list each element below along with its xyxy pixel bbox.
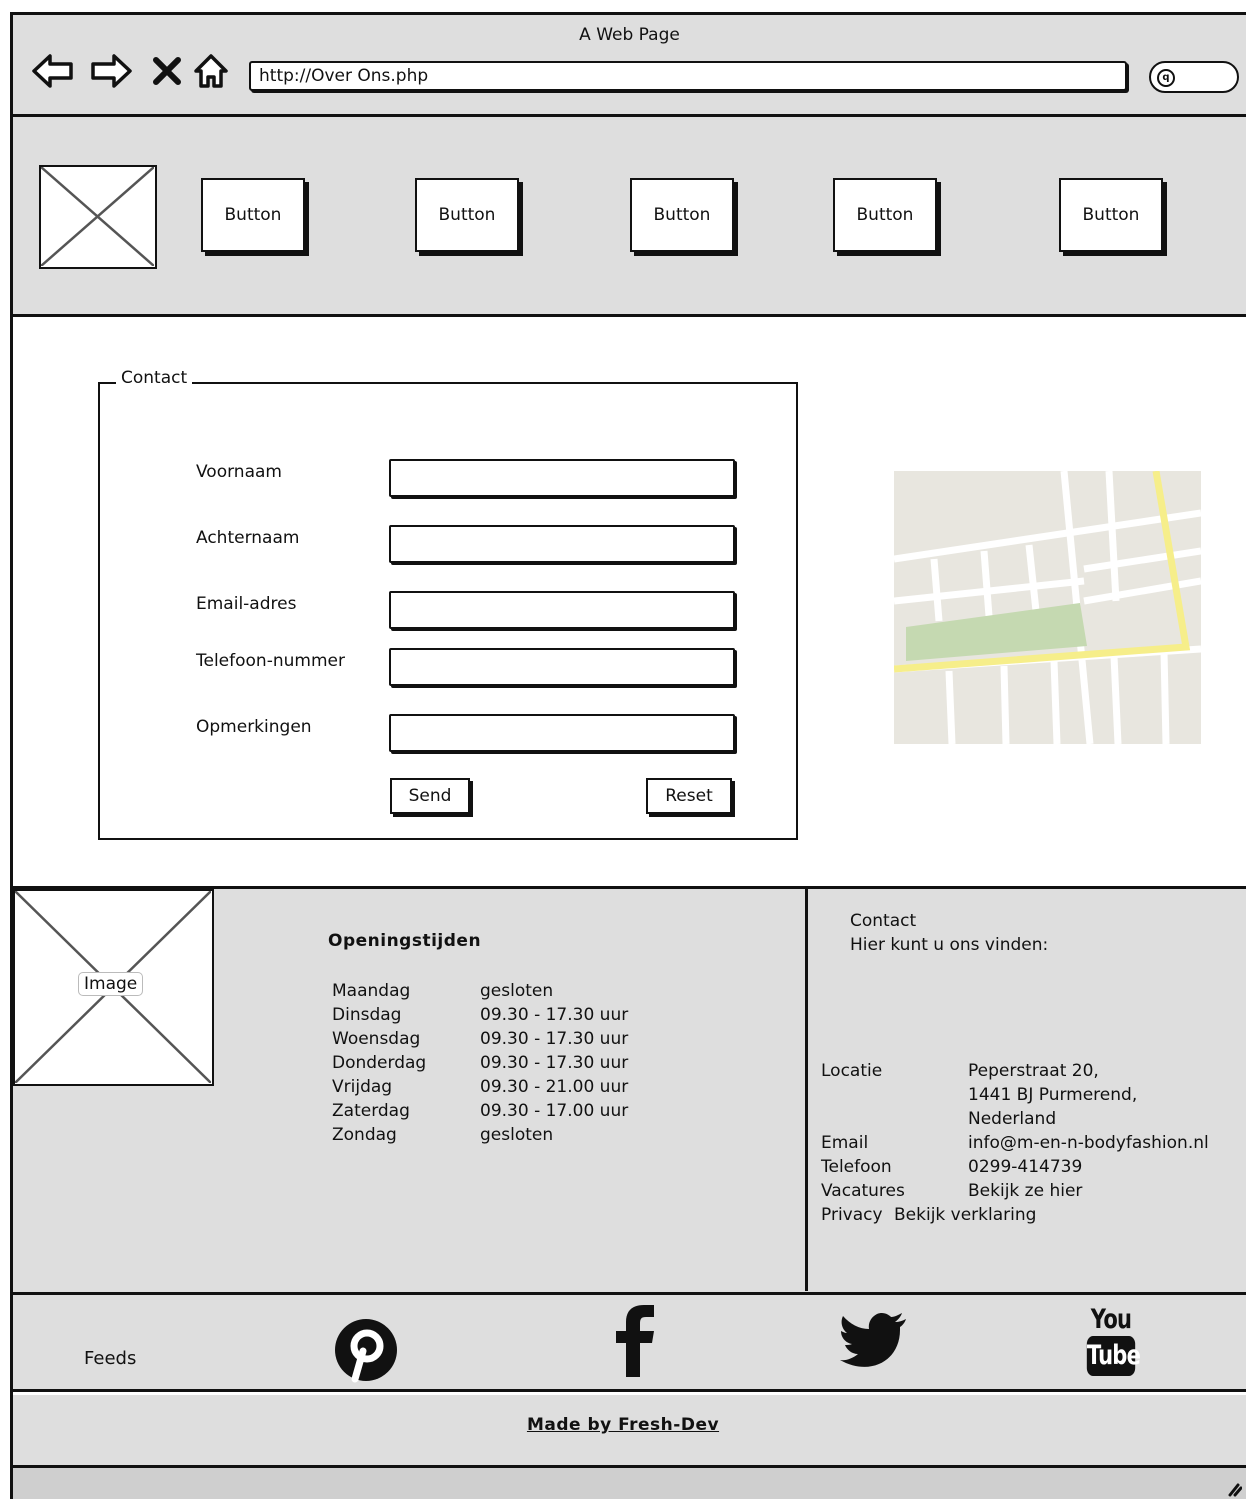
reset-button[interactable]: Reset xyxy=(646,778,732,814)
email-link[interactable]: info@m-en-n-bodyfashion.nl xyxy=(968,1133,1209,1153)
opening-hours-title: Openingstijden xyxy=(328,931,482,951)
nav-button-3[interactable]: Button xyxy=(630,178,734,252)
contact-info-subtitle: Hier kunt u ons vinden: xyxy=(850,935,1049,955)
browser-chrome: A Web Page http://Over Ons.php q xyxy=(10,12,1246,117)
facebook-icon[interactable] xyxy=(614,1305,656,1377)
feeds-label: Feeds xyxy=(84,1348,137,1369)
address-line-3: Nederland xyxy=(968,1109,1057,1129)
last-name-label: Achternaam xyxy=(196,528,300,548)
hours-time: 09.30 - 17.00 uur xyxy=(480,1101,629,1121)
search-field[interactable]: q xyxy=(1149,61,1239,93)
hours-day: Vrijdag xyxy=(332,1077,393,1097)
email-input[interactable] xyxy=(389,591,735,629)
back-arrow-icon[interactable] xyxy=(31,51,75,91)
vacancies-link[interactable]: Bekijk ze hier xyxy=(968,1181,1082,1201)
youtube-icon[interactable]: You Tube xyxy=(1080,1304,1142,1382)
phone-label: Telefoon-nummer xyxy=(196,651,345,671)
hours-day: Maandag xyxy=(332,981,411,1001)
hours-time: 09.30 - 21.00 uur xyxy=(480,1077,629,1097)
pinterest-icon[interactable] xyxy=(333,1317,399,1383)
nav-button-4[interactable]: Button xyxy=(833,178,937,252)
contact-form-legend: Contact xyxy=(116,368,193,388)
location-map[interactable] xyxy=(894,471,1201,744)
close-icon[interactable] xyxy=(145,51,189,91)
footer-divider xyxy=(805,886,808,1291)
logo-placeholder xyxy=(39,165,157,269)
vacancies-label: Vacatures xyxy=(821,1181,905,1201)
privacy-label: Privacy xyxy=(821,1205,883,1225)
status-bar xyxy=(10,1465,1246,1499)
phone-info-label: Telefoon xyxy=(821,1157,892,1177)
first-name-label: Voornaam xyxy=(196,462,282,482)
hours-day: Woensdag xyxy=(332,1029,421,1049)
hours-time: gesloten xyxy=(480,981,554,1001)
youtube-logo-bottom: Tube xyxy=(1086,1336,1141,1376)
forward-arrow-icon[interactable] xyxy=(89,51,133,91)
address-line-2: 1441 BJ Purmerend, xyxy=(968,1085,1138,1105)
nav-button-5[interactable]: Button xyxy=(1059,178,1163,252)
hours-day: Zaterdag xyxy=(332,1101,410,1121)
hours-day: Donderdag xyxy=(332,1053,427,1073)
remarks-label: Opmerkingen xyxy=(196,717,312,737)
made-by-link[interactable]: Made by Fresh-Dev xyxy=(0,1415,1246,1435)
contact-info-title: Contact xyxy=(850,911,917,931)
image-label: Image xyxy=(78,972,144,996)
hours-time: 09.30 - 17.30 uur xyxy=(480,1029,629,1049)
privacy-link[interactable]: Bekijk verklaring xyxy=(894,1205,1036,1225)
location-label: Locatie xyxy=(821,1061,883,1081)
site-header: Button Button Button Button Button xyxy=(10,117,1246,317)
home-icon[interactable] xyxy=(189,51,233,91)
hours-time: gesloten xyxy=(480,1125,554,1145)
hours-time: 09.30 - 17.30 uur xyxy=(480,1005,629,1025)
last-name-input[interactable] xyxy=(389,525,735,563)
search-icon: q xyxy=(1157,69,1175,87)
send-button[interactable]: Send xyxy=(390,778,470,814)
youtube-logo-top: You xyxy=(1090,1304,1132,1335)
address-line-1: Peperstraat 20, xyxy=(968,1061,1099,1081)
nav-button-1[interactable]: Button xyxy=(201,178,305,252)
url-input[interactable]: http://Over Ons.php xyxy=(249,61,1127,91)
remarks-input[interactable] xyxy=(389,714,735,752)
hours-day: Zondag xyxy=(332,1125,397,1145)
resize-handle-icon[interactable] xyxy=(1220,1477,1242,1497)
first-name-input[interactable] xyxy=(389,459,735,497)
window-title: A Web Page xyxy=(579,25,680,45)
twitter-icon[interactable] xyxy=(840,1313,908,1371)
hours-time: 09.30 - 17.30 uur xyxy=(480,1053,629,1073)
email-label: Email-adres xyxy=(196,594,297,614)
hours-day: Dinsdag xyxy=(332,1005,402,1025)
email-info-label: Email xyxy=(821,1133,869,1153)
phone-value: 0299-414739 xyxy=(968,1157,1083,1177)
nav-button-2[interactable]: Button xyxy=(415,178,519,252)
phone-input[interactable] xyxy=(389,648,735,686)
